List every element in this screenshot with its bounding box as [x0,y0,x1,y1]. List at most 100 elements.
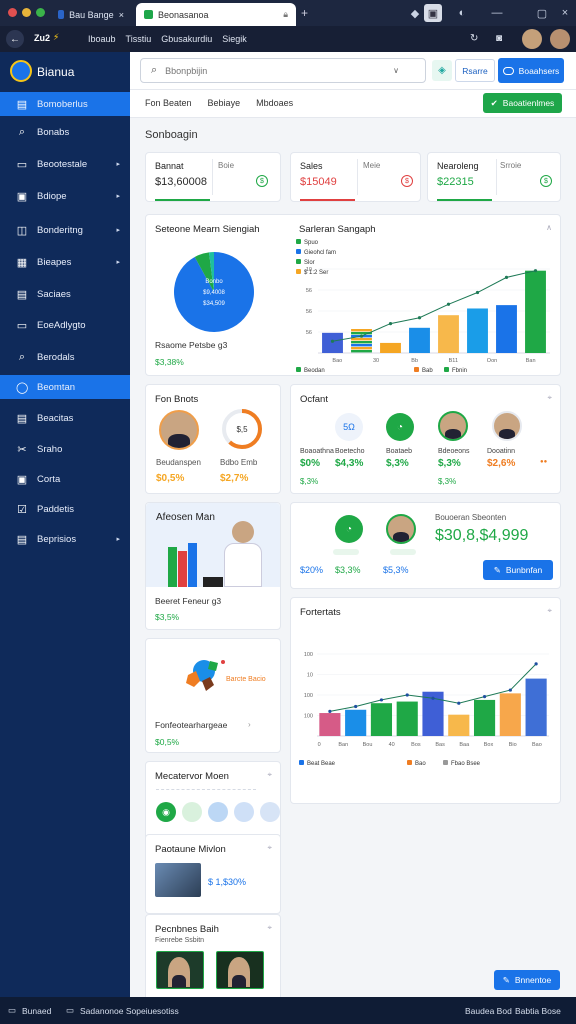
minimize-icon[interactable]: — [488,4,506,22]
primary-action-button[interactable]: Boaahsers [498,58,564,83]
maximize-window-dot[interactable] [36,8,45,17]
collapse-icon[interactable]: ∧ [546,223,552,232]
sidebar-item-1[interactable]: ⌕ Bonabs [0,120,130,144]
sidebar-item-icon: ▤ [16,412,28,425]
search-bar[interactable]: ⌕ ∨ [140,58,426,83]
pin-icon[interactable]: ⌖ [267,770,272,780]
team-member-avatar[interactable] [438,411,468,441]
stacked-bar-segment [351,347,372,350]
team-member-label: Bdeoeons [438,448,470,455]
breadcrumb-item[interactable]: Siegik [222,34,247,44]
browser-tab-1[interactable]: Bau Bangeletian × [50,3,132,26]
new-item-label: Baoatienlmes [502,98,555,108]
small-label-pill [390,549,416,555]
browser-tab-2[interactable]: Beonasanoa 🔒︎ [136,3,296,26]
kpi-card[interactable]: Sales Meie $15049 $ [290,152,421,202]
kpi-card[interactable]: Bannat Boie $13,60008 $ [145,152,281,202]
status-icon[interactable] [260,802,280,822]
tab-overview[interactable]: Fon Beaten [145,98,192,108]
tab-activity[interactable]: Bebiaye [208,98,241,108]
x-tick-label: Bou [363,742,373,748]
breadcrumb-item[interactable]: Tisstiu [126,34,152,44]
status-right-1[interactable]: Baudea Bod [465,1006,512,1016]
breadcrumb-item[interactable]: Gbusakurdiu [161,34,212,44]
pin-icon[interactable]: ⌖ [547,393,552,403]
kpi-card[interactable]: Nearoleng Srroie $22315 $ [427,152,561,202]
floating-action-button[interactable]: ✎ Bnnentoe [494,970,560,990]
pin-icon[interactable]: ⌖ [267,923,272,933]
trend-point [446,302,451,306]
chat-bubble-icon[interactable]: ◔ [335,515,363,543]
status-right-2[interactable]: Babtia Bose [515,1006,561,1016]
sidebar-item-5[interactable]: ▦ Bieapes ▸ [0,250,130,274]
project-thumbnail[interactable] [155,863,201,897]
chevron-right-icon[interactable]: › [248,720,251,729]
team-avatar-placeholder[interactable]: 5Ω [335,413,363,441]
minimize-window-dot[interactable] [22,8,31,17]
trend-point [354,704,358,709]
map-card: Barcte Bacio Fonfeotearhargeae › $0,5% [145,638,281,753]
sidebar-item-label: Sraho [37,443,63,455]
promo-bar [178,551,187,587]
sidebar-item-13[interactable]: ☑ Paddetis [0,497,130,521]
kpi-accent-bar [437,199,492,201]
sidebar-item-11[interactable]: ✂ Sraho [0,437,130,461]
camera-icon[interactable]: ◙ [496,33,502,44]
user-avatar-1[interactable] [522,29,542,49]
legend-label: Beodan [304,368,325,374]
breadcrumb: Iboaub Tisstiu Gbusakurdiu Siegik [88,34,247,44]
chevron-down-icon[interactable]: ∨ [393,66,399,75]
profile-icon[interactable]: ◆ [406,4,424,22]
trend-point [431,696,435,700]
restore-icon[interactable]: ▢ [533,4,551,22]
promo-card: Afeosen Man Beeret Feneur ɡ3 $3,5% [145,502,281,630]
status-left-1[interactable]: Bunaed [22,1006,51,1016]
user-avatar-2[interactable] [550,29,570,49]
summary-avatar[interactable] [386,514,416,544]
more-dots-icon[interactable]: ●● [540,459,547,465]
sidebar-item-14[interactable]: ▤ Beprisios ▸ [0,527,130,551]
new-tab-icon[interactable]: + [301,6,308,20]
filter-button[interactable]: Rsarre [455,59,495,82]
sidebar-item-8[interactable]: ⌕ Berodals [0,345,130,369]
sidebar-item-6[interactable]: ▤ Saciaes [0,282,130,306]
x-tick-label: Ban [526,358,536,364]
summary-action-button[interactable]: ✎ Bunbnfan [483,560,553,580]
tab-close-icon[interactable]: × [119,10,124,20]
pin-icon[interactable]: ⌖ [267,843,272,853]
sidebar-item-0[interactable]: ▤ Bomoberlus [0,92,130,116]
close-window-dot[interactable] [8,8,17,17]
filter-icon[interactable]: ◈ [432,60,452,81]
status-icon[interactable] [234,802,254,822]
refresh-icon[interactable]: ↻ [470,33,478,44]
sidebar-item-3[interactable]: ▣ Bdiope ▸ [0,184,130,208]
close-icon[interactable]: × [556,4,574,22]
person-avatar[interactable] [159,410,199,450]
bar [438,315,459,353]
pin-icon[interactable]: ⌖ [547,606,552,616]
sidebar-item-2[interactable]: ▭ Beootestale ▸ [0,152,130,176]
status-icon[interactable] [182,802,202,822]
back-arrow-icon[interactable]: ← [6,30,24,48]
currency-icon: $ [256,175,268,187]
search-input[interactable] [165,65,386,76]
breadcrumb-item[interactable]: Iboaub [88,34,116,44]
promo-laptop [203,577,223,587]
status-icon[interactable] [208,802,228,822]
sidebar-item-12[interactable]: ▣ Corta [0,467,130,491]
chat-icon[interactable]: ◔ [386,413,414,441]
bar [370,703,393,736]
new-item-button[interactable]: ✔︎ Baoatienlmes [483,93,562,113]
sidebar-item-label: Berodals [37,351,75,363]
sidebar-item-9[interactable]: ◯ Beomtan [0,375,130,399]
sidebar-item-4[interactable]: ◫ Bonderitng ▸ [0,218,130,242]
sidebar-item-7[interactable]: ▭ EoeAdlygto [0,313,130,337]
account-icon[interactable]: ◐ [453,4,471,22]
chevron-right-icon: ▸ [116,227,120,234]
sidebar-item-10[interactable]: ▤ Beacitas [0,406,130,430]
tab-modules[interactable]: Mbdoaes [256,98,293,108]
extensions-icon[interactable]: ▣ [424,4,442,22]
status-icon[interactable]: ◉ [156,802,176,822]
team-member-avatar[interactable] [492,411,522,441]
status-left-2[interactable]: Sadanonoe Sopeiuesotiss [80,1006,179,1016]
